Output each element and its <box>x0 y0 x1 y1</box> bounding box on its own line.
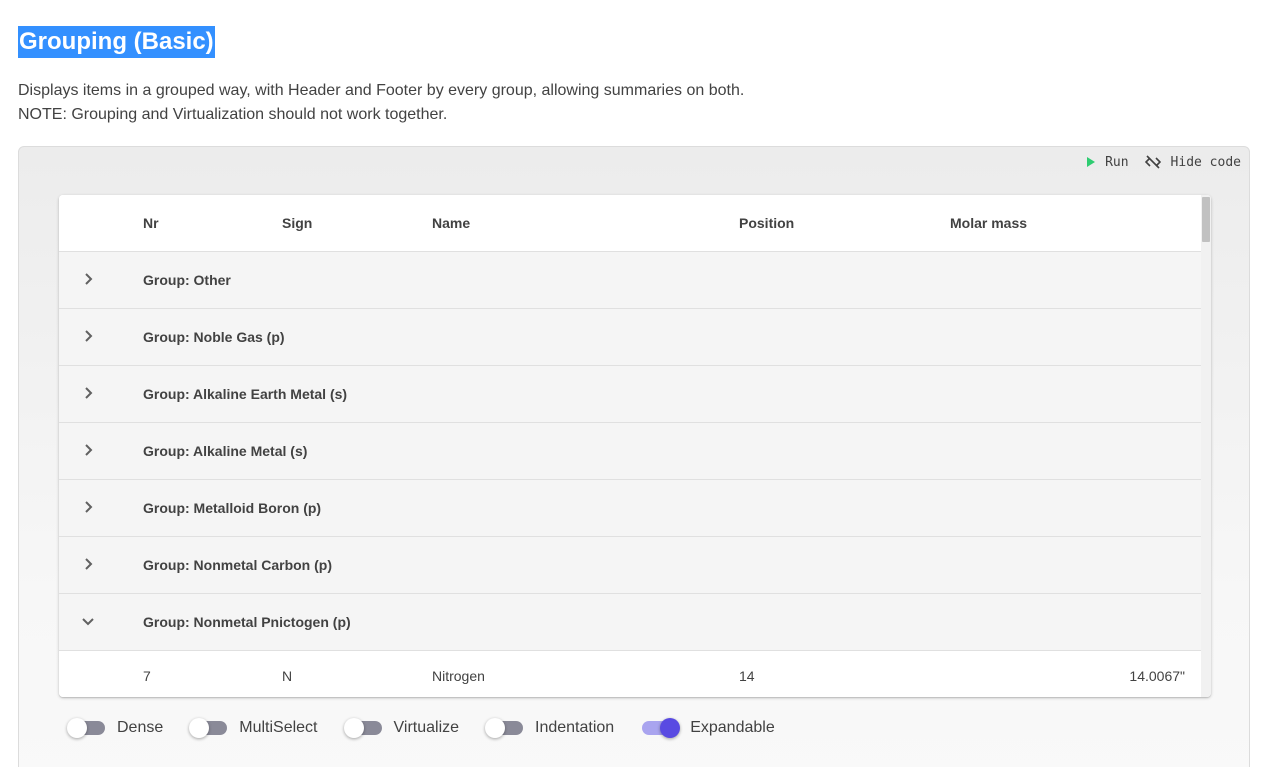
switch-track[interactable] <box>343 718 382 738</box>
chevron-right-icon[interactable] <box>81 443 95 457</box>
options-switches: Dense MultiSelect Virtualize Indentation… <box>67 718 803 738</box>
run-label: Run <box>1105 154 1129 170</box>
group-row[interactable]: Group: Metalloid Boron (p) <box>59 480 1201 537</box>
column-header-name[interactable]: Name <box>432 195 470 251</box>
switch-thumb <box>343 718 364 738</box>
switch-track[interactable] <box>485 718 524 738</box>
hide-code-label: Hide code <box>1170 154 1241 170</box>
group-row[interactable]: Group: Alkaline Earth Metal (s) <box>59 366 1201 423</box>
switch-label: Dense <box>117 719 164 736</box>
chevron-right-icon[interactable] <box>81 500 95 514</box>
switch-label: Virtualize <box>393 719 460 736</box>
group-label: Group: Alkaline Earth Metal (s) <box>143 386 348 402</box>
group-row-expanded[interactable]: Group: Nonmetal Pnictogen (p) <box>59 594 1201 651</box>
chevron-right-icon[interactable] <box>81 557 95 571</box>
demo-actions: Run Hide code <box>1087 154 1241 170</box>
group-row[interactable]: Group: Alkaline Metal (s) <box>59 423 1201 480</box>
switch-thumb <box>67 718 87 738</box>
group-row[interactable]: Group: Other <box>59 252 1201 309</box>
dense-switch[interactable]: Dense <box>67 718 164 738</box>
cell-molar-mass: 14.0067" <box>1129 668 1185 684</box>
chevron-right-icon[interactable] <box>81 272 95 286</box>
table-header: Nr Sign Name Position Molar mass <box>59 195 1201 252</box>
data-grid: Nr Sign Name Position Molar mass Group: … <box>59 195 1211 697</box>
switch-track[interactable] <box>189 718 228 738</box>
page-title: Grouping (Basic) <box>18 26 215 58</box>
cell-position: 14 <box>739 668 755 684</box>
group-label: Group: Nonmetal Pnictogen (p) <box>143 614 351 630</box>
page-description: Displays items in a grouped way, with He… <box>18 79 744 127</box>
demo-container: Run Hide code Nr Sign Name Position Mola… <box>18 146 1250 767</box>
column-header-position[interactable]: Position <box>739 195 794 251</box>
chevron-right-icon[interactable] <box>81 329 95 343</box>
cell-name: Nitrogen <box>432 668 485 684</box>
virtualize-switch[interactable]: Virtualize <box>343 718 460 738</box>
column-header-sign[interactable]: Sign <box>282 195 312 251</box>
switch-thumb <box>485 718 506 738</box>
table-row[interactable]: 7 N Nitrogen 14 14.0067" <box>59 651 1201 697</box>
group-row[interactable]: Group: Nonmetal Carbon (p) <box>59 537 1201 594</box>
description-line: Displays items in a grouped way, with He… <box>18 82 745 99</box>
vertical-scrollbar[interactable] <box>1201 195 1211 697</box>
code-off-icon <box>1144 155 1161 169</box>
play-icon <box>1087 157 1096 167</box>
switch-label: Indentation <box>535 719 615 736</box>
switch-label: Expandable <box>690 719 775 736</box>
switch-label: MultiSelect <box>239 719 318 736</box>
cell-nr: 7 <box>143 668 151 684</box>
hide-code-button[interactable]: Hide code <box>1144 154 1241 170</box>
cell-sign: N <box>282 668 293 684</box>
chevron-down-icon[interactable] <box>81 614 95 628</box>
expandable-switch[interactable]: Expandable <box>642 718 775 738</box>
group-label: Group: Other <box>143 272 231 288</box>
chevron-right-icon[interactable] <box>81 386 95 400</box>
scrollbar-thumb[interactable] <box>1202 197 1210 242</box>
description-note: NOTE: Grouping and Virtualization should… <box>18 106 448 123</box>
group-label: Group: Alkaline Metal (s) <box>143 443 308 459</box>
switch-track[interactable] <box>67 718 105 738</box>
indentation-switch[interactable]: Indentation <box>485 718 615 738</box>
column-header-molar-mass[interactable]: Molar mass <box>950 195 1027 251</box>
switch-thumb <box>189 718 210 738</box>
column-header-nr[interactable]: Nr <box>143 195 159 251</box>
group-row[interactable]: Group: Noble Gas (p) <box>59 309 1201 366</box>
group-label: Group: Noble Gas (p) <box>143 329 285 345</box>
switch-track[interactable] <box>642 718 681 738</box>
switch-thumb <box>660 718 681 738</box>
run-button[interactable]: Run <box>1087 154 1129 170</box>
multiselect-switch[interactable]: MultiSelect <box>189 718 318 738</box>
group-label: Group: Nonmetal Carbon (p) <box>143 557 332 573</box>
page: Grouping (Basic) Displays items in a gro… <box>0 0 1269 767</box>
group-label: Group: Metalloid Boron (p) <box>143 500 322 516</box>
